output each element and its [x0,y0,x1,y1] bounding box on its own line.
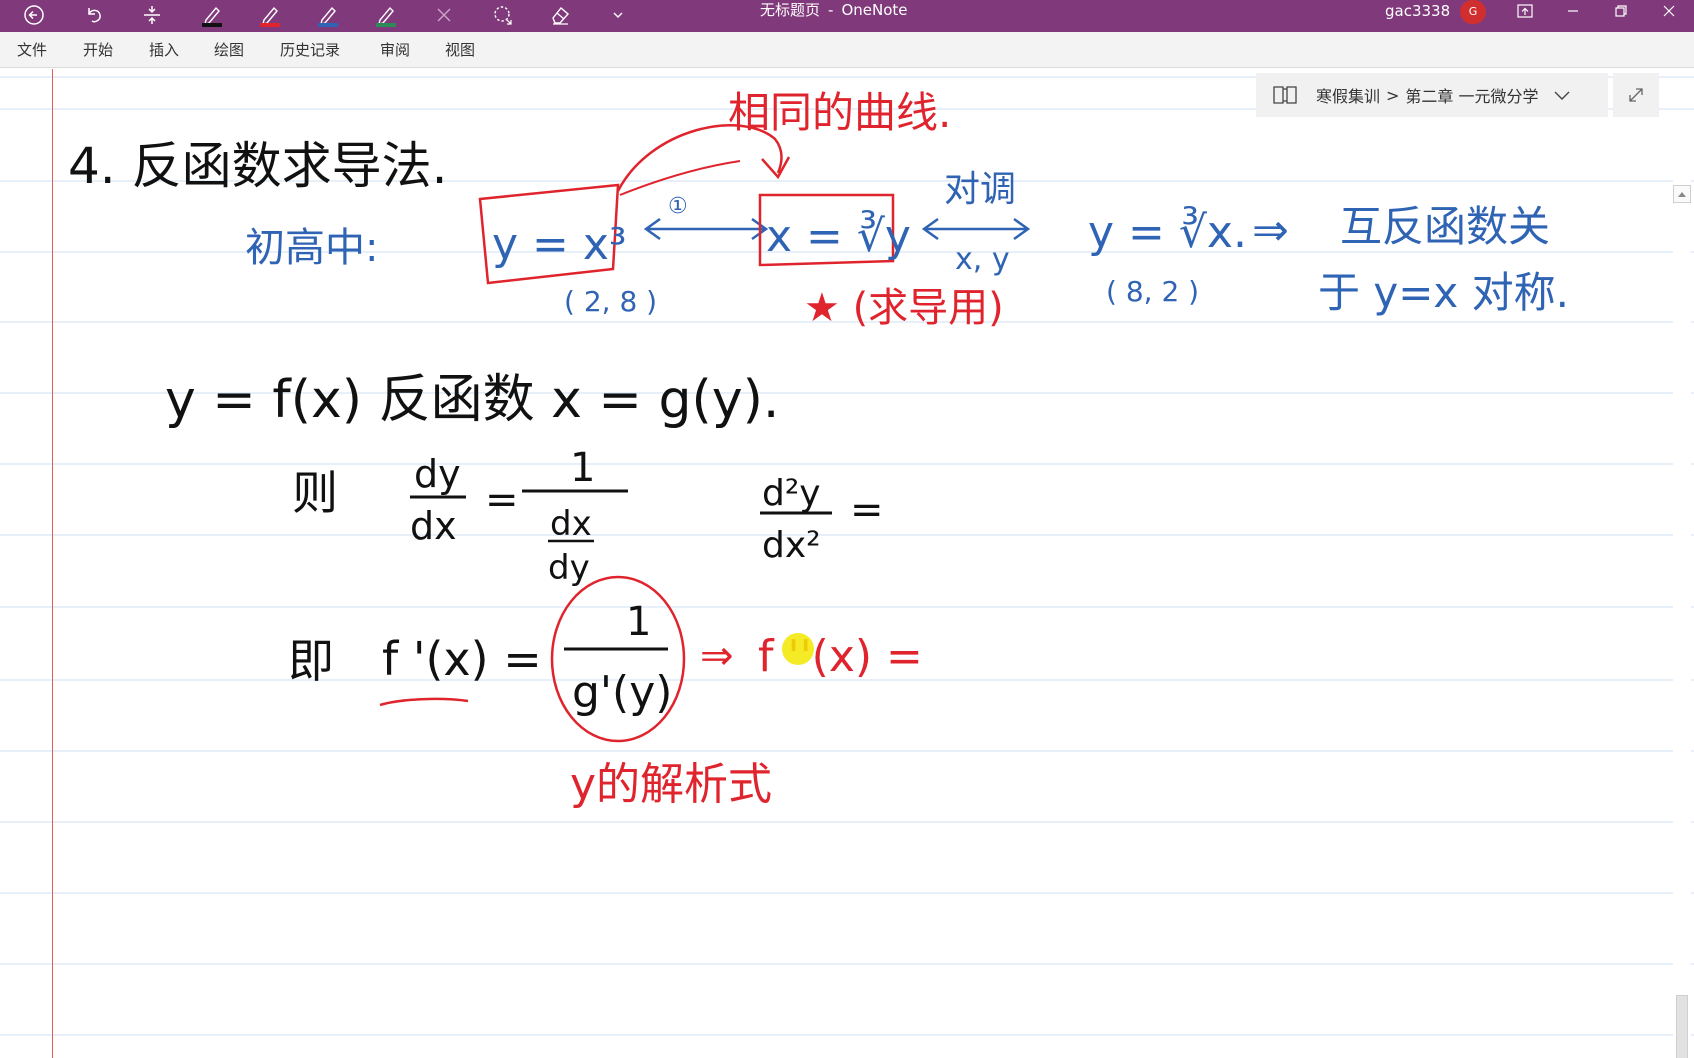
equals-sign-2: = [850,487,884,533]
heading: 4. 反函数求导法. [68,137,448,195]
title-bar: 无标题页 - OneNote gac3338 G [0,0,1694,32]
undo-icon[interactable] [76,0,112,30]
dx-denominator: dx [410,504,457,548]
breadcrumb-separator: > [1386,85,1400,105]
tab-insert[interactable]: 插入 [149,32,179,68]
full-screen-icon[interactable] [1502,0,1548,22]
tab-home[interactable]: 开始 [83,32,113,68]
circled-one: ① [668,194,688,219]
page-title: 无标题页 [760,1,821,19]
red-underline [379,697,469,707]
tab-history[interactable]: 历史记录 [280,32,340,68]
tab-file[interactable]: 文件 [17,32,47,68]
eraser-icon[interactable] [542,0,578,30]
pen-red-icon[interactable] [252,0,288,30]
box2-equation: x = ∛y [766,209,911,262]
analytic-expression-note: y的解析式 [570,759,772,810]
blue-label-highschool: 初高中: [245,225,378,271]
dropdown-chevron-icon[interactable] [600,0,636,30]
dy-numerator: dy [414,452,461,496]
definition-line: y = f(x) 反函数 x = g(y). [165,370,779,430]
restore-icon[interactable] [1598,0,1644,22]
window-title: 无标题页 - OneNote [760,0,908,20]
pen-green-icon[interactable] [368,0,404,30]
lasso-select-icon[interactable] [484,0,520,30]
g-prime: g'(y) [572,667,672,718]
red-arrow-head [761,156,791,180]
tab-view[interactable]: 视图 [445,32,475,68]
window-close-icon[interactable] [1646,0,1692,22]
cursor-highlight [782,633,814,665]
inverse-relation-2: 于 y=x 对称. [1318,268,1569,317]
user-name[interactable]: gac3338 [1385,0,1450,22]
minimize-icon[interactable] [1550,0,1596,22]
notebook-icon [1272,85,1298,105]
swap-arrow [921,217,1031,241]
y-cbrt-x: y = ∛x. [1088,205,1247,258]
point-8-2: ( 8, 2 ) [1106,275,1199,308]
d2y-numerator: d²y [762,473,821,514]
breadcrumb[interactable]: 寒假集训 > 第二章 一元微分学 [1256,73,1608,117]
equals-sign: = [485,477,519,523]
app-name: OneNote [841,1,908,19]
scroll-thumb[interactable] [1676,995,1688,1058]
page-canvas[interactable]: 4. 反函数求导法. 相同的曲线. 初高中: y = x³ ① x = ∛y 对… [0,69,1694,1058]
ribbon-tabs: 文件 开始 插入 绘图 历史记录 审阅 视图 [0,32,1694,68]
breadcrumb-notebook[interactable]: 寒假集训 [1316,83,1380,107]
implies-arrow-2: ⇒ [700,633,734,679]
red-curve-arrow-2 [619,160,741,196]
dy-inner: dy [548,548,590,588]
ink-layer[interactable]: 4. 反函数求导法. 相同的曲线. 初高中: y = x³ ① x = ∛y 对… [0,69,1694,1058]
avatar[interactable]: G [1460,0,1486,24]
vertical-scrollbar[interactable] [1673,119,1691,1058]
dx-inner: dx [550,504,592,544]
f-double-prime: f ''(x) = [758,631,923,682]
double-arrow [643,217,769,241]
dx2-denominator: dx² [762,525,821,566]
close-icon[interactable] [426,0,462,30]
pen-blue-icon[interactable] [310,0,346,30]
swap-label: 对调 [944,169,1016,210]
insert-space-icon[interactable] [134,0,170,30]
star-note: ★ (求导用) [804,285,1004,331]
back-arrow-icon[interactable] [16,0,52,30]
title-separator: - [828,1,834,19]
implies-arrow-1: ⇒ [1252,205,1289,256]
ze-label: 则 [292,466,338,520]
tab-draw[interactable]: 绘图 [214,32,244,68]
box1-equation: y = x³ [492,219,627,270]
point-2-8: ( 2, 8 ) [564,285,657,318]
pen-black-icon[interactable] [194,0,230,30]
ji-label: 即 [288,634,334,688]
tab-review[interactable]: 审阅 [380,32,410,68]
breadcrumb-section[interactable]: 第二章 一元微分学 [1405,83,1538,107]
f-prime: f '(x) = [382,632,542,686]
scroll-up-icon[interactable] [1673,185,1691,203]
expand-icon[interactable] [1613,73,1659,117]
one-numerator: 1 [570,445,595,491]
chevron-down-icon[interactable] [1553,89,1571,101]
inverse-relation-1: 互反函数关 [1340,202,1550,251]
swap-vars: x, y [955,242,1010,277]
one-numerator-2: 1 [626,599,651,645]
